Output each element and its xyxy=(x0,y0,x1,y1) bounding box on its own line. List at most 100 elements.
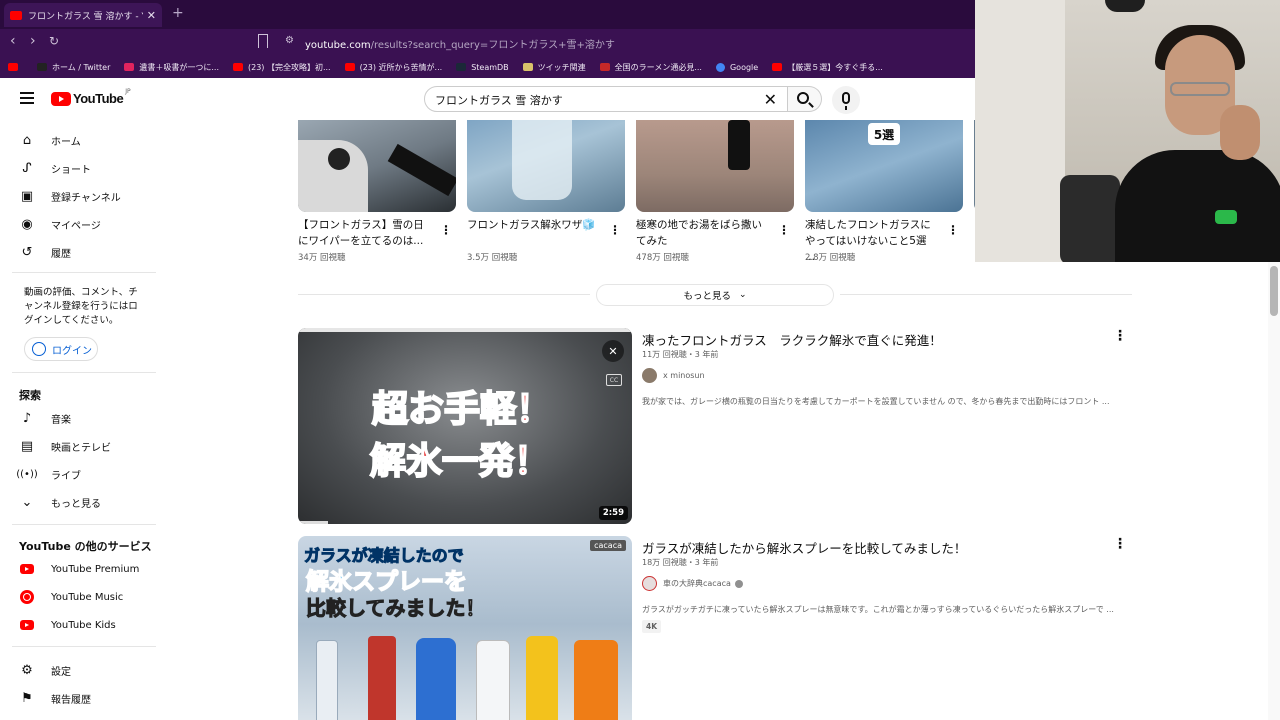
chevron-down-icon: ⌄ xyxy=(21,494,33,510)
page-scrollbar[interactable] xyxy=(1268,262,1280,720)
mute-icon[interactable]: ✕ xyxy=(602,340,624,362)
bookmark-item[interactable]: ツイッチ関連 xyxy=(522,62,586,73)
sidebar-item-subscriptions[interactable]: ▣ 登録チャンネル xyxy=(0,182,156,210)
login-button[interactable]: ログイン xyxy=(24,337,98,361)
youtube-region-label: JP xyxy=(125,88,131,95)
sidebar-item-label: 映画とテレビ xyxy=(51,442,111,454)
short-thumbnail[interactable] xyxy=(467,120,625,212)
short-thumbnail[interactable] xyxy=(636,120,794,212)
sidebar-item-report-history[interactable]: ⚑ 報告履歴 xyxy=(0,684,156,712)
bookmark-item[interactable]: 遺書＋吸書が一つに... xyxy=(124,62,219,73)
video-thumbnail[interactable]: ガラスが凍結したので 解氷スプレーを 比較してみました！ cacaca xyxy=(298,536,632,720)
forward-icon[interactable]: › xyxy=(30,33,36,49)
more-actions-icon[interactable]: ⋮ xyxy=(1113,536,1127,552)
sidebar-item-youtube-music[interactable]: YouTube Music xyxy=(0,583,156,611)
short-title[interactable]: フロントガラス解氷ワザ🧊 xyxy=(467,217,599,233)
account-icon: ◉ xyxy=(21,216,33,232)
clear-search-icon[interactable]: ✕ xyxy=(764,90,777,109)
bookmark-favicon xyxy=(37,63,47,71)
youtube-logo[interactable]: YouTube JP xyxy=(51,88,131,106)
more-actions-icon[interactable]: ⋮ xyxy=(947,223,959,237)
video-title[interactable]: ガラスが凍結したから解氷スプレーを比較してみました！ xyxy=(642,538,966,557)
short-views: 3.5万 回視聴 xyxy=(467,253,518,263)
sidebar-divider xyxy=(12,372,156,373)
sidebar-item-youtube-kids[interactable]: YouTube Kids xyxy=(0,611,156,639)
sidebar-item-label: ショート xyxy=(51,164,91,176)
sidebar-item-youtube-premium[interactable]: YouTube Premium xyxy=(0,555,156,583)
back-icon[interactable]: ‹ xyxy=(10,33,16,49)
reload-icon[interactable]: ↻ xyxy=(49,34,59,48)
more-actions-icon[interactable]: ⋮ xyxy=(1113,328,1127,344)
music-icon: ♪ xyxy=(22,410,32,426)
bookmark-item[interactable] xyxy=(8,63,23,71)
scrollbar-thumb[interactable] xyxy=(1270,266,1278,316)
channel-avatar[interactable] xyxy=(642,368,657,383)
microphone-icon xyxy=(842,92,850,110)
browser-url-bar: ‹ › ↻ ⚙ youtube.com/results?search_query… xyxy=(0,29,975,56)
bookmark-item[interactable]: (23) 【完全攻略】初... xyxy=(233,62,331,73)
channel-avatar[interactable] xyxy=(642,576,657,591)
short-card[interactable]: 5選 凍結したフロントガラスにやってはいけないこと5選 ... 2.8万 回視聴… xyxy=(805,120,963,263)
new-tab-icon[interactable]: + xyxy=(172,5,184,21)
short-thumbnail[interactable]: 5選 xyxy=(805,120,963,212)
bookmark-item[interactable]: 【厳選５選】今すぐ手る... xyxy=(772,62,883,73)
bookmark-label: ツイッチ関連 xyxy=(537,62,586,72)
short-card[interactable]: 【フロントガラス】雪の日にワイパーを立てるのは... 34万 回視聴 ⋮ xyxy=(298,120,456,263)
thumbnail-caption: 解氷一発！ xyxy=(369,440,551,483)
browser-tab[interactable]: フロントガラス 雪 溶かす - YouTube ✕ xyxy=(4,3,162,27)
captions-icon[interactable]: CC xyxy=(606,374,622,386)
sidebar-item-settings[interactable]: ⚙ 設定 xyxy=(0,656,156,684)
channel-link[interactable]: 車の大辞典cacaca xyxy=(642,576,743,591)
youtube-premium-icon xyxy=(19,561,35,577)
bookmark-item[interactable]: SteamDB xyxy=(456,62,509,72)
url-field[interactable]: youtube.com/results?search_query=フロントガラス… xyxy=(305,36,615,51)
chevron-down-icon: ⌄ xyxy=(738,290,747,300)
bookmark-item[interactable]: (23) 近所から苦情が... xyxy=(344,62,442,73)
sidebar-item-my-page[interactable]: ◉ マイページ xyxy=(0,210,156,238)
voice-search-button[interactable] xyxy=(832,86,860,114)
sidebar-item-label: 報告履歴 xyxy=(51,694,91,706)
search-query-text: フロントガラス 雪 溶かす xyxy=(435,94,563,107)
youtube-masthead: YouTube JP フロントガラス 雪 溶かす ✕ xyxy=(0,78,975,120)
sidebar-item-movies[interactable]: ▤ 映画とテレビ xyxy=(0,432,156,460)
show-more-label: もっと見る xyxy=(683,291,731,302)
channel-name[interactable]: x minosun xyxy=(663,371,705,380)
bookmark-favicon xyxy=(124,63,135,71)
bookmark-item[interactable]: 全国のラーメン通必見... xyxy=(599,62,702,73)
close-tab-icon[interactable]: ✕ xyxy=(147,9,156,22)
short-views: 2.8万 回視聴 xyxy=(805,253,856,263)
folder-icon xyxy=(522,63,533,71)
video-thumbnail[interactable]: 超お手軽！ 解氷一発！ ✕ CC 2:59 xyxy=(298,328,632,524)
sidebar-item-history[interactable]: ↺ 履歴 xyxy=(0,238,156,266)
bookmark-label: SteamDB xyxy=(471,62,509,72)
bookmark-item[interactable]: Google xyxy=(715,62,758,72)
short-card[interactable]: 極寒の地でお湯をばら撒いてみた 478万 回視聴 ⋮ xyxy=(636,120,794,263)
short-title[interactable]: 【フロントガラス】雪の日にワイパーを立てるのは... xyxy=(298,217,430,249)
short-thumbnail[interactable] xyxy=(298,120,456,212)
channel-link[interactable]: x minosun xyxy=(642,368,705,383)
video-meta: 18万 回視聴・3 年前 xyxy=(642,558,719,567)
bookmark-item[interactable]: ホーム / Twitter xyxy=(37,62,110,73)
more-actions-icon[interactable]: ⋮ xyxy=(440,223,452,237)
bookmark-icon[interactable] xyxy=(258,34,268,48)
channel-name[interactable]: 車の大辞典cacaca xyxy=(663,578,731,589)
search-button[interactable] xyxy=(788,86,822,112)
more-actions-icon[interactable]: ⋮ xyxy=(778,223,790,237)
more-actions-icon[interactable]: ⋮ xyxy=(609,223,621,237)
site-info-icon[interactable]: ⚙ xyxy=(285,35,294,46)
short-title[interactable]: 極寒の地でお湯をばら撒いてみた xyxy=(636,217,768,249)
sidebar-item-home[interactable]: ⌂ ホーム xyxy=(0,126,156,154)
sidebar-item-music[interactable]: ♪ 音楽 xyxy=(0,404,156,432)
sidebar-item-label: YouTube Music xyxy=(51,591,124,603)
short-card[interactable]: フロントガラス解氷ワザ🧊 3.5万 回視聴 ⋮ xyxy=(467,120,625,263)
sidebar-item-show-more[interactable]: ⌄ もっと見る xyxy=(0,488,156,516)
video-description: ガラスがガッチガチに凍っていたら解氷スプレーは無意味です。これが霜とか薄っすら凍… xyxy=(642,605,1114,614)
search-input[interactable]: フロントガラス 雪 溶かす ✕ xyxy=(424,86,788,112)
sidebar-item-live[interactable]: ((•)) ライブ xyxy=(0,460,156,488)
show-more-button[interactable]: もっと見る ⌄ xyxy=(596,284,834,306)
sidebar-item-shorts[interactable]: ᔑ ショート xyxy=(0,154,156,182)
video-title[interactable]: 凍ったフロントガラス ラクラク解氷で直ぐに発進！ xyxy=(642,330,942,349)
sidebar-divider xyxy=(12,646,156,647)
menu-icon[interactable] xyxy=(20,92,34,104)
bookmark-label: 【厳選５選】今すぐ手る... xyxy=(787,62,883,72)
